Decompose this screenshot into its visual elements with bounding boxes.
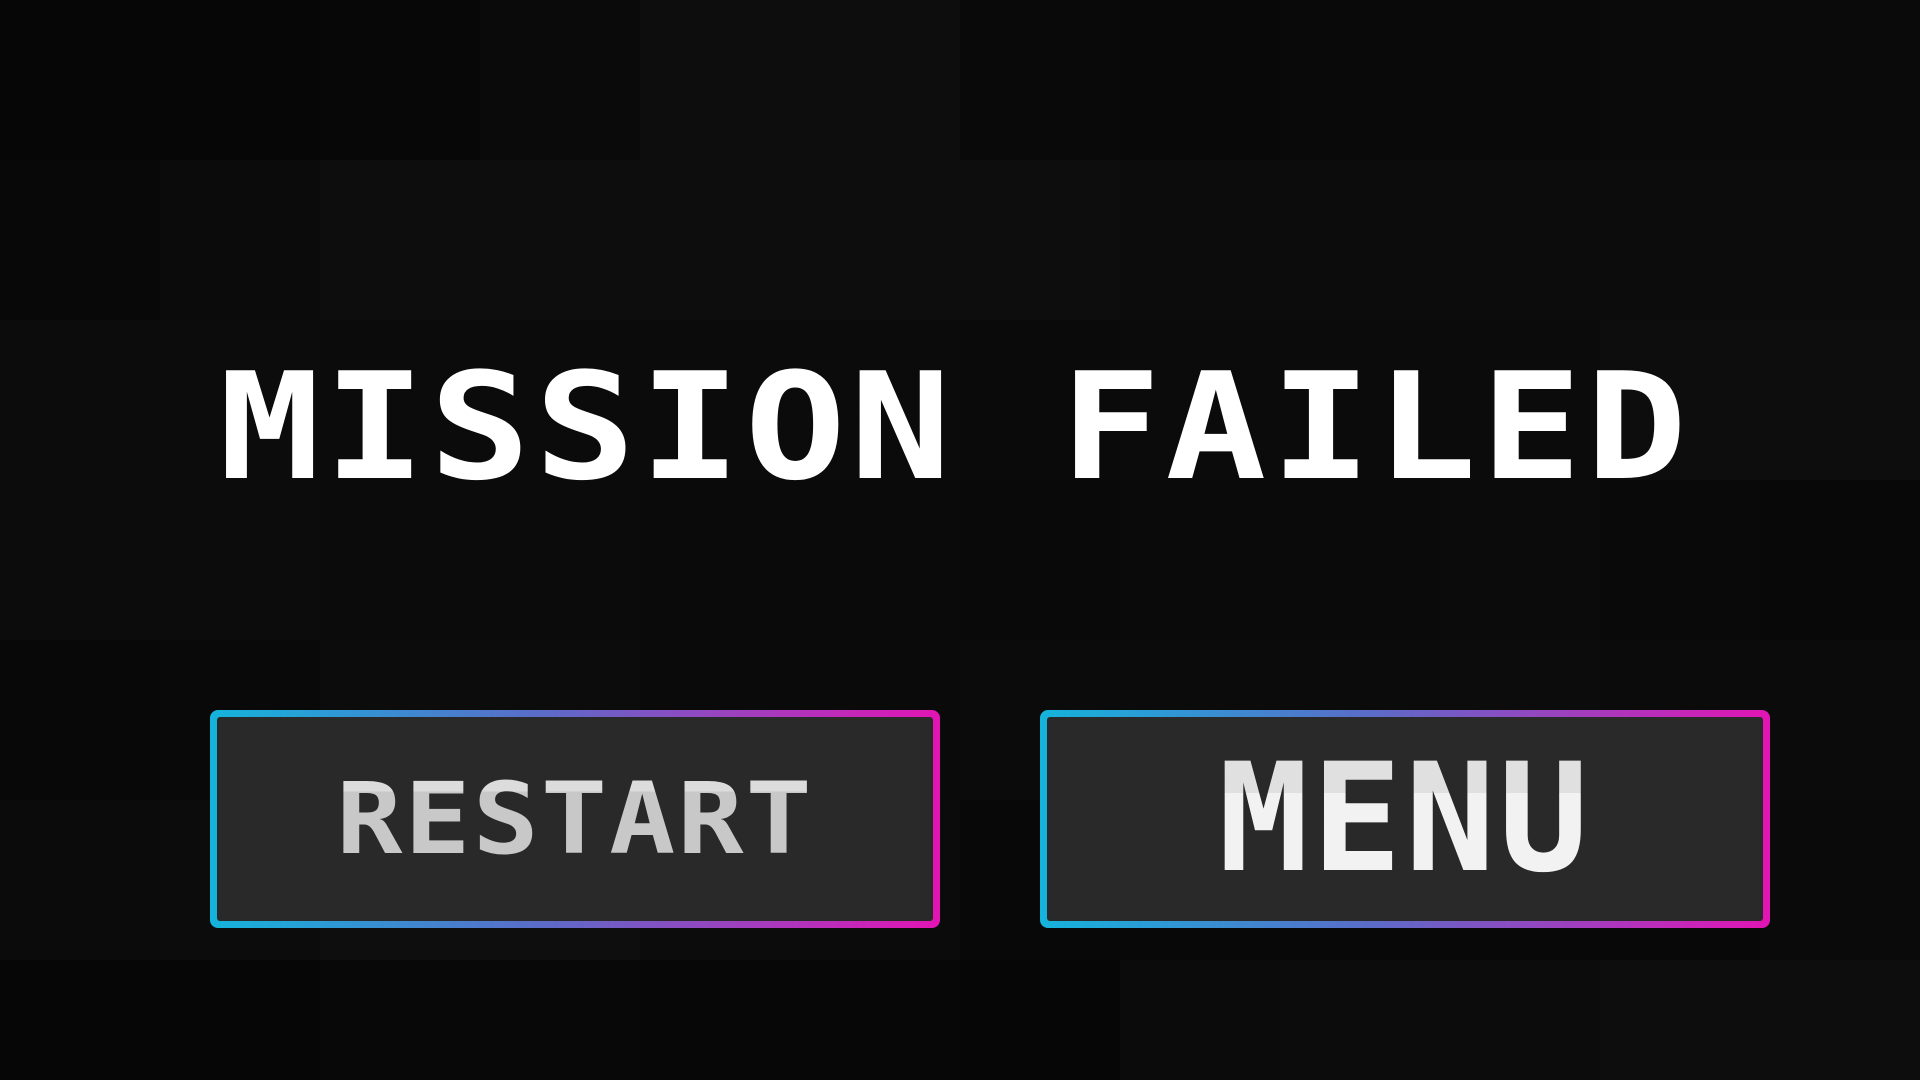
background-tile (1120, 0, 1280, 160)
background-tile (1760, 480, 1920, 640)
background-tile (960, 0, 1120, 160)
background-tile (1760, 640, 1920, 800)
background-tile (0, 800, 160, 960)
background-tile (1280, 160, 1440, 320)
background-tile (0, 0, 160, 160)
background-tile (1600, 160, 1760, 320)
background-tile (0, 480, 160, 640)
background-tile (800, 160, 960, 320)
restart-button-label: RESTART (336, 761, 814, 877)
background-tile (1760, 320, 1920, 480)
background-tile (0, 160, 160, 320)
background-tile (1760, 960, 1920, 1080)
background-tile (640, 160, 800, 320)
background-tile (320, 160, 480, 320)
background-tile (0, 320, 160, 480)
background-tile (1120, 160, 1280, 320)
background-tile (0, 960, 160, 1080)
background-tile (480, 960, 640, 1080)
background-tile (960, 160, 1120, 320)
game-over-screen: MISSION FAILED RESTART MENU (0, 0, 1920, 1080)
menu-button-panel[interactable]: MENU (1047, 717, 1763, 921)
background-tile (1600, 960, 1760, 1080)
background-tile (640, 0, 800, 160)
background-tile (480, 160, 640, 320)
background-tile (320, 0, 480, 160)
background-tile (640, 960, 800, 1080)
background-tile (320, 960, 480, 1080)
background-tile (1280, 0, 1440, 160)
background-tile (480, 0, 640, 160)
background-tile (1440, 960, 1600, 1080)
background-tile (800, 960, 960, 1080)
background-tile (1440, 0, 1600, 160)
mission-failed-title: MISSION FAILED (218, 340, 1692, 514)
menu-button[interactable]: MENU (1040, 710, 1770, 928)
background-tile (1600, 0, 1760, 160)
background-tile (1760, 160, 1920, 320)
background-tile (1760, 0, 1920, 160)
background-tile (160, 160, 320, 320)
background-tile (160, 0, 320, 160)
restart-button-panel[interactable]: RESTART (217, 717, 933, 921)
background-tile (0, 640, 160, 800)
background-tile (800, 0, 960, 160)
restart-button[interactable]: RESTART (210, 710, 940, 928)
background-tile (1440, 160, 1600, 320)
background-tile (1760, 800, 1920, 960)
background-tile (1120, 960, 1280, 1080)
background-tile (960, 960, 1120, 1080)
background-tile (1280, 960, 1440, 1080)
background-tile (160, 960, 320, 1080)
menu-button-label: MENU (1218, 732, 1592, 906)
